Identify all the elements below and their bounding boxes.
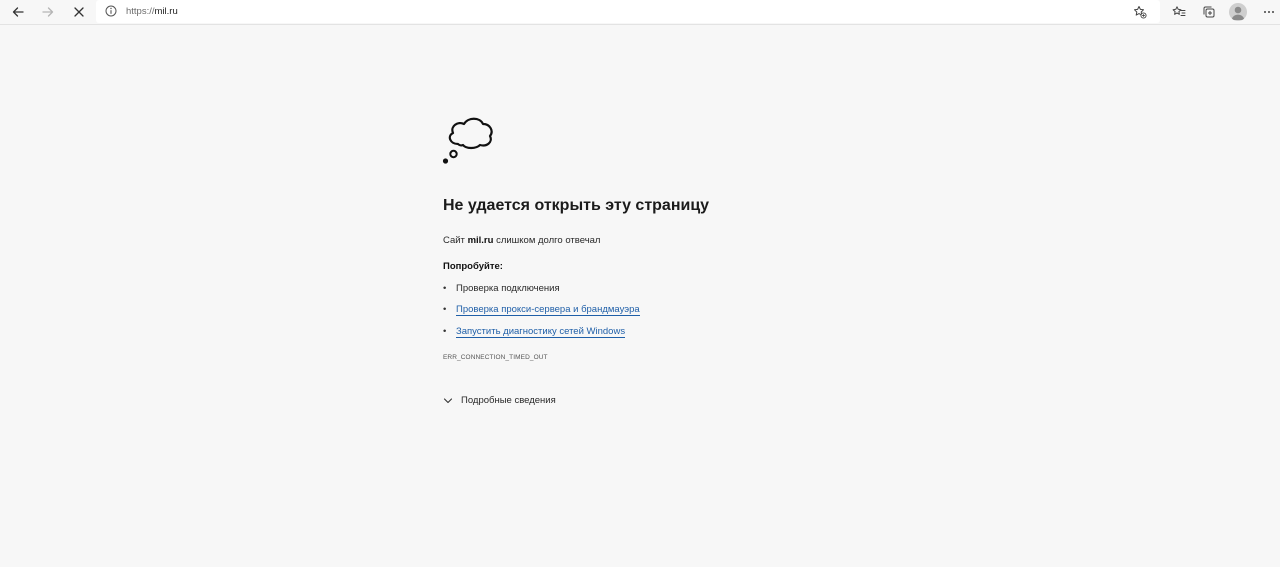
address-url[interactable]: https://mil.ru bbox=[126, 0, 178, 23]
details-toggle[interactable]: Подробные сведения bbox=[443, 395, 556, 406]
list-item: • Запустить диагностику сетей Windows bbox=[443, 326, 626, 338]
close-icon bbox=[74, 7, 84, 17]
check-proxy-firewall-link[interactable]: Проверка прокси-сервера и брандмауэра bbox=[456, 304, 640, 316]
forward-button[interactable] bbox=[34, 0, 62, 24]
star-plus-icon bbox=[1134, 5, 1147, 19]
info-icon[interactable] bbox=[104, 4, 118, 18]
page-title: Не удается открыть эту страницу bbox=[443, 197, 710, 214]
list-item: • Проверка подключения bbox=[443, 283, 560, 294]
back-button[interactable] bbox=[4, 0, 32, 24]
thought-cloud-icon bbox=[442, 117, 493, 164]
details-label: Подробные сведения bbox=[461, 395, 556, 406]
add-favorite-button[interactable] bbox=[1128, 0, 1152, 23]
message-prefix: Сайт bbox=[443, 235, 465, 246]
error-code: ERR_CONNECTION_TIMED_OUT bbox=[443, 354, 548, 361]
bullet-dot: • bbox=[443, 304, 447, 315]
try-label: Попробуйте: bbox=[443, 261, 503, 272]
list-item: • Проверка прокси-сервера и брандмауэра bbox=[443, 304, 640, 316]
suggestion-check-connection: Проверка подключения bbox=[456, 283, 560, 294]
url-host: mil.ru bbox=[154, 6, 178, 17]
message-suffix: слишком долго отвечал bbox=[496, 235, 601, 246]
back-arrow-icon bbox=[12, 7, 24, 17]
run-network-diagnostics-link[interactable]: Запустить диагностику сетей Windows bbox=[456, 326, 626, 338]
bullet-dot: • bbox=[443, 283, 447, 294]
chevron-down-icon bbox=[443, 397, 453, 403]
error-message: Сайт mil.ru слишком долго отвечал bbox=[443, 235, 600, 246]
favorites-button[interactable] bbox=[1165, 0, 1193, 24]
message-host: mil.ru bbox=[467, 235, 494, 246]
forward-arrow-icon bbox=[42, 7, 54, 17]
collections-icon bbox=[1203, 6, 1215, 18]
collections-button[interactable] bbox=[1195, 0, 1223, 24]
stop-button[interactable] bbox=[65, 0, 93, 24]
profile-icon bbox=[1231, 6, 1245, 20]
bullet-dot: • bbox=[443, 326, 447, 337]
more-icon bbox=[1264, 11, 1274, 13]
address-bar[interactable]: https://mil.ru bbox=[96, 0, 1160, 23]
url-scheme: https:// bbox=[126, 6, 155, 17]
favorites-icon bbox=[1172, 6, 1186, 16]
avatar[interactable] bbox=[1229, 3, 1247, 21]
browser-toolbar: https://mil.ru bbox=[0, 0, 1280, 25]
menu-button[interactable] bbox=[1255, 0, 1280, 24]
